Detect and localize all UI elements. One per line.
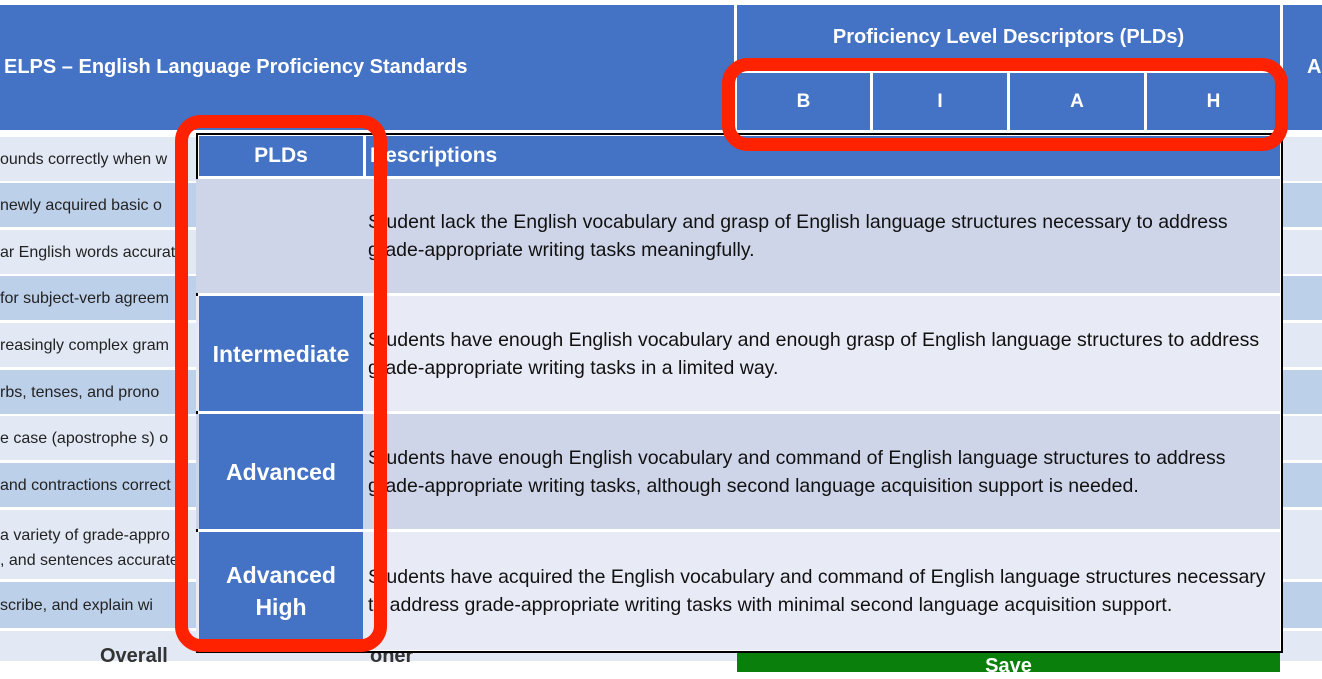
annotation-highlight-plds-column [175, 115, 387, 652]
standard-text: for subject-verb agreem [0, 290, 169, 307]
elps-title: ELPS – English Language Proficiency Stan… [4, 56, 468, 78]
standard-text: reasingly complex gram [0, 337, 169, 354]
elps-title-header: ELPS – English Language Proficiency Stan… [0, 5, 734, 130]
popup-header-descriptions-label: Descriptions [370, 144, 498, 167]
pld-description-text: Student lack the English vocabulary and … [368, 211, 1228, 261]
pld-description-text: Students have acquired the English vocab… [368, 566, 1266, 616]
overall-label: Overall [100, 645, 168, 667]
standard-text-line2: , and sentences accurate [0, 552, 179, 569]
standard-text: and contractions correct [0, 477, 171, 494]
standard-text: newly acquired basic o [0, 197, 162, 214]
next-column-header: A [1283, 5, 1322, 130]
annotation-highlight-pld-headers [722, 58, 1288, 151]
next-column-label: A [1307, 56, 1322, 78]
standard-text: e case (apostrophe s) o [0, 430, 169, 447]
standard-text: ounds correctly when w [0, 151, 168, 168]
pld-group-title: Proficiency Level Descriptors (PLDs) [832, 26, 1185, 48]
pld-description-text: Students have enough English vocabulary … [368, 446, 1226, 497]
standard-text: rbs, tenses, and prono [0, 384, 160, 401]
pld-description-text: Students have enough English vocabulary … [368, 328, 1260, 379]
standard-text: ar English words accurat [0, 244, 176, 261]
standard-text: a variety of grade-appro [0, 527, 170, 544]
save-button[interactable]: Save [737, 652, 1280, 677]
standard-text: scribe, and explain wi [0, 597, 153, 614]
